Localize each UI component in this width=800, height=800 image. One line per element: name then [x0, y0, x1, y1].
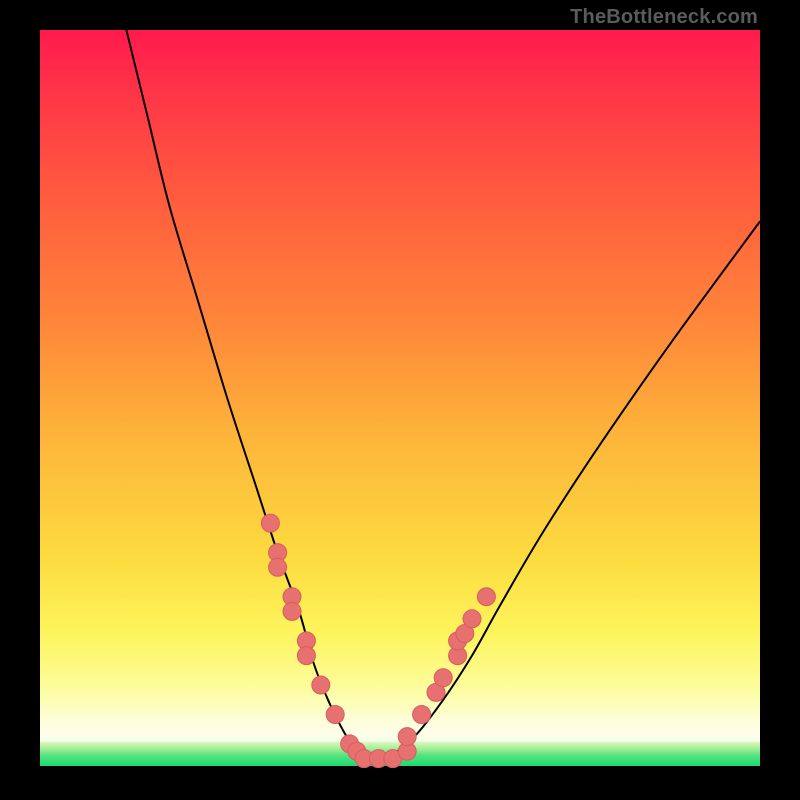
chart-marker: [326, 706, 344, 724]
chart-marker: [283, 602, 301, 620]
chart-svg: [40, 30, 760, 766]
chart-marker: [269, 558, 287, 576]
chart-marker: [261, 514, 279, 532]
chart-frame: TheBottleneck.com: [0, 0, 800, 800]
chart-marker: [413, 706, 431, 724]
watermark-text: TheBottleneck.com: [570, 6, 758, 29]
chart-marker: [463, 610, 481, 628]
chart-marker: [398, 728, 416, 746]
chart-curve: [126, 30, 760, 761]
chart-plot-area: [40, 30, 760, 766]
chart-marker: [434, 669, 452, 687]
chart-marker: [297, 647, 315, 665]
chart-marker: [477, 588, 495, 606]
chart-marker: [312, 676, 330, 694]
chart-markers: [261, 514, 495, 768]
